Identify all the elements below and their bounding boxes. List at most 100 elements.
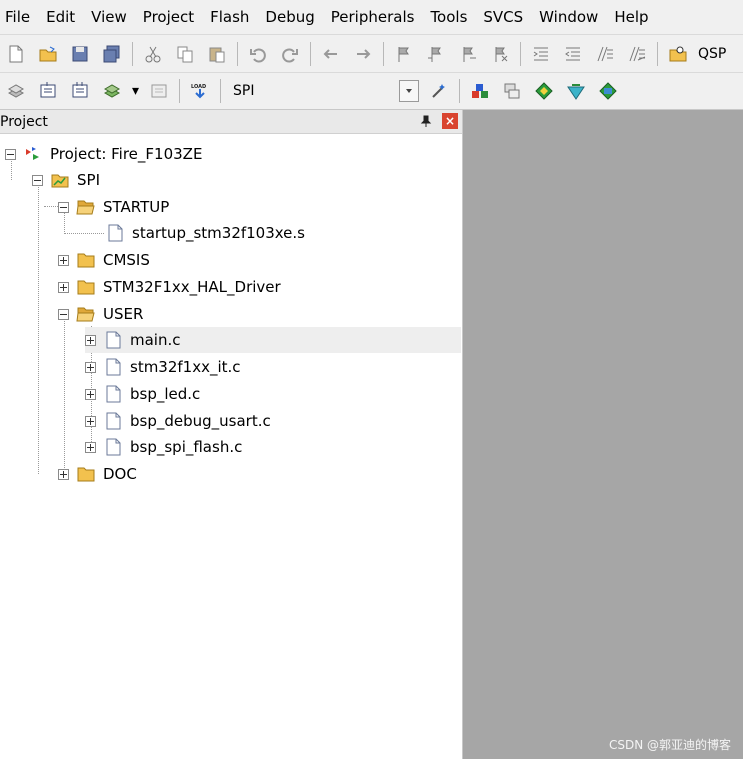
menu-window[interactable]: Window: [531, 0, 606, 34]
tree-item-target[interactable]: SPI: [32, 167, 100, 193]
collapse-toggle-icon[interactable]: [5, 148, 16, 160]
file-icon: [102, 411, 124, 431]
unindent-icon[interactable]: [560, 41, 586, 67]
menu-debug[interactable]: Debug: [257, 0, 322, 34]
prev-bookmark-icon[interactable]: [423, 41, 449, 67]
toolbar-separator: [520, 41, 521, 66]
expand-toggle-icon[interactable]: [85, 441, 96, 453]
translate-icon[interactable]: [3, 78, 29, 104]
folder-icon: [75, 277, 97, 297]
tree-item-hal-group[interactable]: STM32F1xx_HAL_Driver: [58, 274, 281, 300]
manage-components-icon[interactable]: [467, 78, 493, 104]
target-folder-icon: [49, 170, 71, 190]
batch-build-dropdown-icon[interactable]: ▾: [128, 83, 143, 99]
expand-toggle-icon[interactable]: [85, 334, 96, 346]
toolbar-separator: [310, 41, 311, 66]
tree-item-cmsis-group[interactable]: CMSIS: [58, 247, 150, 273]
file-icon: [102, 437, 124, 457]
menu-bar: File Edit View Project Flash Debug Perip…: [0, 0, 743, 34]
undo-icon[interactable]: [245, 41, 271, 67]
new-file-icon[interactable]: [3, 41, 29, 67]
menu-flash[interactable]: Flash: [202, 0, 257, 34]
pin-icon[interactable]: [418, 113, 434, 129]
collapse-toggle-icon[interactable]: [32, 174, 43, 186]
tree-item-bsp-spi-flash-c[interactable]: bsp_spi_flash.c: [85, 434, 242, 460]
cmsis-group-label: CMSIS: [103, 251, 150, 269]
project-panel-header: Project ×: [0, 110, 462, 134]
file-label: bsp_debug_usart.c: [130, 412, 271, 430]
project-panel: Project × Project: Fire_F103ZE SPI START…: [0, 110, 463, 759]
editor-area[interactable]: CSDN @郭亚迪的博客: [464, 110, 743, 759]
save-icon[interactable]: [67, 41, 93, 67]
watermark: CSDN @郭亚迪的博客: [608, 738, 731, 752]
file-toolbar: QSP: [0, 34, 743, 72]
clear-bookmarks-icon[interactable]: [487, 41, 513, 67]
find-in-files-icon[interactable]: [665, 41, 691, 67]
menu-help[interactable]: Help: [606, 0, 656, 34]
tree-item-bsp-led-c[interactable]: bsp_led.c: [85, 381, 200, 407]
file-icon: [102, 357, 124, 377]
close-panel-button[interactable]: ×: [442, 113, 458, 129]
expand-toggle-icon[interactable]: [58, 281, 69, 293]
tree-item-stm32f1xx-it-c[interactable]: stm32f1xx_it.c: [85, 354, 241, 380]
open-file-icon[interactable]: [35, 41, 61, 67]
navigate-back-icon[interactable]: [318, 41, 344, 67]
pack-installer-icon[interactable]: [499, 78, 525, 104]
expand-toggle-icon[interactable]: [58, 254, 69, 266]
select-target-value[interactable]: SPI: [229, 83, 399, 99]
collapse-toggle-icon[interactable]: [58, 308, 69, 320]
copy-icon[interactable]: [172, 41, 198, 67]
tree-item-startup-file[interactable]: startup_stm32f103xe.s: [104, 220, 305, 246]
startup-file-label: startup_stm32f103xe.s: [132, 224, 305, 242]
menu-svcs[interactable]: SVCS: [475, 0, 531, 34]
tree-connector: [38, 180, 39, 474]
build-icon[interactable]: [35, 78, 61, 104]
stop-build-icon[interactable]: [146, 78, 172, 104]
build-toolbar: ▾ LOAD SPI: [0, 72, 743, 110]
expand-toggle-icon[interactable]: [58, 468, 69, 480]
file-icon: [104, 223, 126, 243]
batch-build-icon[interactable]: [99, 78, 125, 104]
project-icon: [22, 144, 44, 164]
cut-icon[interactable]: [140, 41, 166, 67]
event-recorder-icon[interactable]: [595, 78, 621, 104]
save-all-icon[interactable]: [99, 41, 125, 67]
toolbar-separator: [383, 41, 384, 66]
tree-item-startup-group[interactable]: STARTUP: [58, 194, 169, 220]
chevron-down-icon[interactable]: [399, 80, 420, 102]
toolbar-separator: [459, 79, 461, 103]
tree-item-bsp-debug-usart-c[interactable]: bsp_debug_usart.c: [85, 408, 271, 434]
menu-peripherals[interactable]: Peripherals: [323, 0, 423, 34]
indent-icon[interactable]: [528, 41, 554, 67]
next-bookmark-icon[interactable]: [455, 41, 481, 67]
menu-view[interactable]: View: [83, 0, 135, 34]
bookmark-icon[interactable]: [391, 41, 417, 67]
comment-icon[interactable]: [592, 41, 618, 67]
menu-tools[interactable]: Tools: [422, 0, 475, 34]
hal-group-label: STM32F1xx_HAL_Driver: [103, 278, 281, 296]
run-time-environment-icon[interactable]: [563, 78, 589, 104]
paste-icon[interactable]: [204, 41, 230, 67]
menu-edit[interactable]: Edit: [38, 0, 83, 34]
menu-project[interactable]: Project: [135, 0, 202, 34]
tree-item-doc-group[interactable]: DOC: [58, 461, 137, 487]
expand-toggle-icon[interactable]: [85, 415, 96, 427]
rebuild-icon[interactable]: [67, 78, 93, 104]
toolbar-separator: [657, 41, 658, 66]
select-packs-icon[interactable]: [531, 78, 557, 104]
target-options-icon[interactable]: [426, 78, 452, 104]
expand-toggle-icon[interactable]: [85, 388, 96, 400]
quick-search-label[interactable]: QSP: [694, 46, 730, 62]
file-label: stm32f1xx_it.c: [130, 358, 241, 376]
download-load-icon[interactable]: LOAD: [187, 78, 213, 104]
tree-item-user-group[interactable]: USER: [58, 301, 143, 327]
uncomment-icon[interactable]: [624, 41, 650, 67]
expand-toggle-icon[interactable]: [85, 361, 96, 373]
collapse-toggle-icon[interactable]: [58, 201, 69, 213]
select-target-combo[interactable]: SPI: [229, 78, 423, 104]
tree-item-main-c[interactable]: main.c: [85, 327, 461, 353]
menu-file[interactable]: File: [0, 0, 38, 34]
redo-icon[interactable]: [277, 41, 303, 67]
tree-item-project[interactable]: Project: Fire_F103ZE: [5, 141, 202, 167]
navigate-forward-icon[interactable]: [350, 41, 376, 67]
